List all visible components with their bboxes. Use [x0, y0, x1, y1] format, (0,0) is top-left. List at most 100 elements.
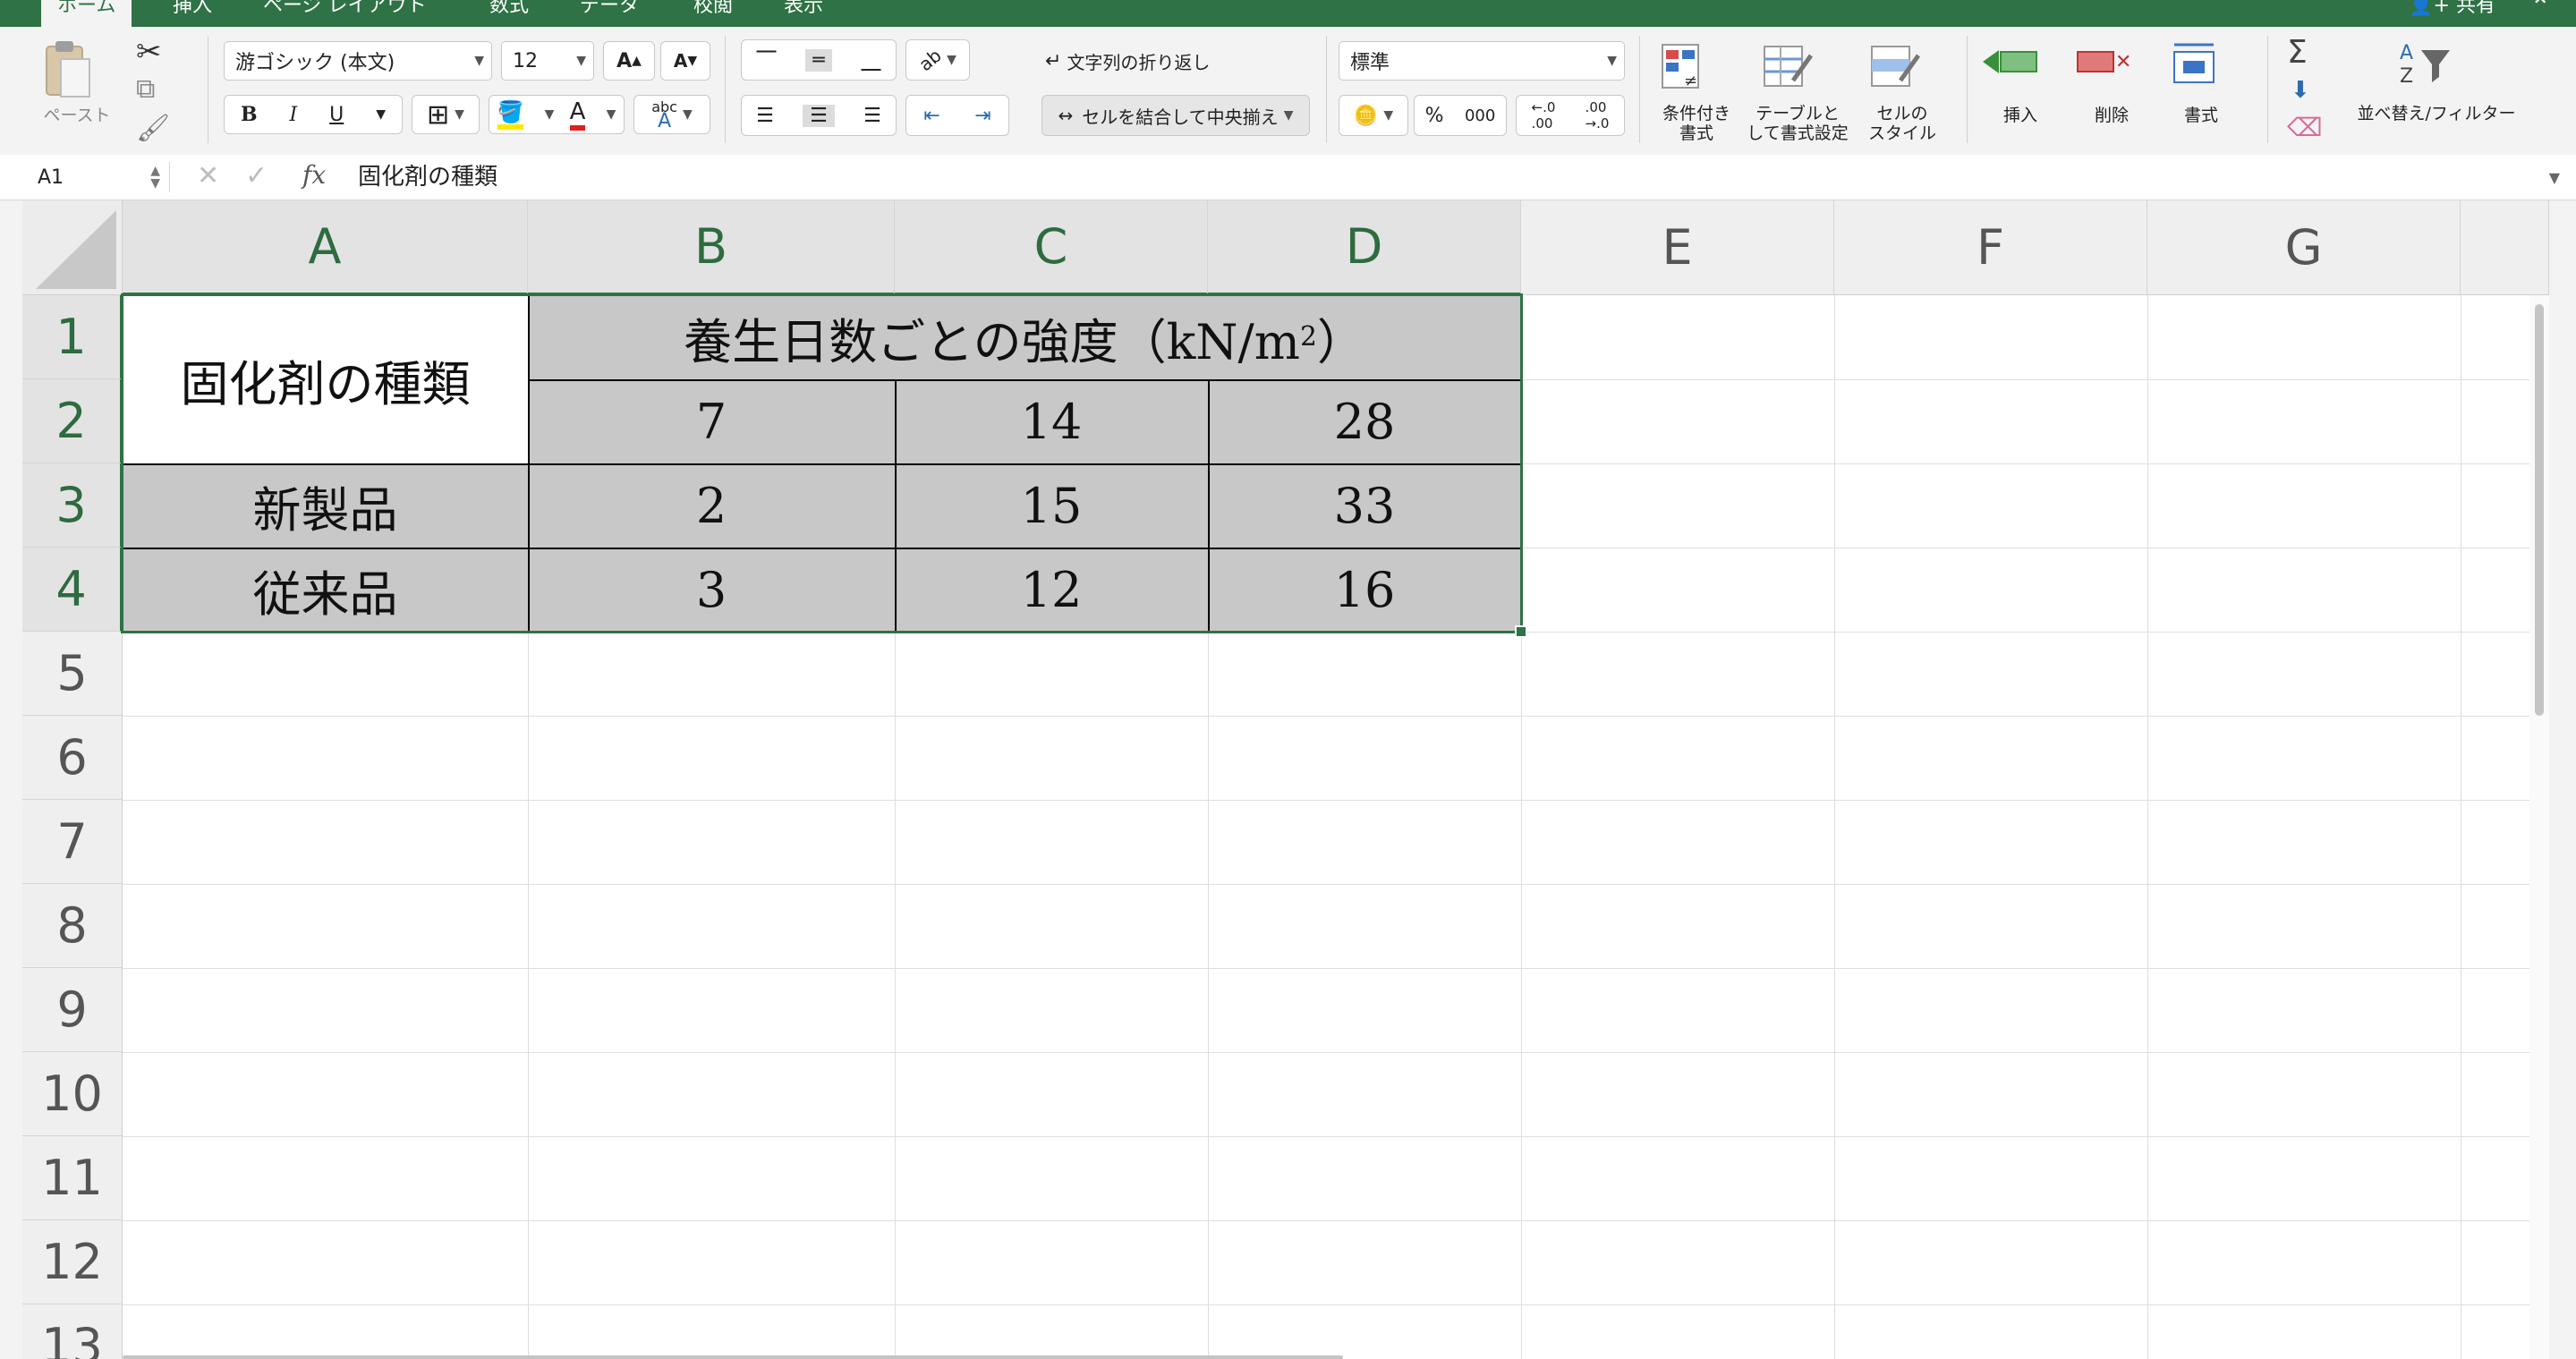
phonetic-button[interactable]: abc A ▼ [633, 95, 710, 134]
format-painter-icon[interactable]: 🖌 [136, 113, 170, 144]
share-button[interactable]: 👤+ 共有 [2409, 0, 2495, 16]
cancel-icon[interactable]: ✕ [197, 160, 219, 191]
cell-b1-merged-header[interactable]: 養生日数ごとの強度（kN/m 2） [528, 295, 1521, 379]
cell-b4[interactable]: 3 [528, 548, 895, 632]
row-header-11[interactable]: 11 [22, 1136, 123, 1220]
cell-d2[interactable]: 28 [1208, 379, 1521, 463]
tab-formulas[interactable]: 数式 [489, 0, 529, 27]
underline-button[interactable]: U [329, 104, 344, 126]
chevron-down-icon[interactable]: ▼ [545, 107, 555, 122]
accounting-format-button[interactable]: 🪙 ▼ [1339, 95, 1408, 136]
align-top-icon[interactable]: ⎺ [756, 49, 776, 72]
orientation-button[interactable]: ab ▼ [905, 39, 970, 81]
cell-c4[interactable]: 12 [895, 548, 1208, 632]
merge-center-button[interactable]: ↔ セルを結合して中央揃え ▼ [1041, 95, 1310, 136]
expand-formula-icon[interactable]: ▼ [2549, 169, 2560, 186]
increase-indent-icon[interactable]: ⇥ [974, 105, 990, 127]
select-all-button[interactable] [22, 200, 123, 295]
align-left-icon[interactable]: ☰ [756, 105, 774, 127]
cell-a1-merged[interactable]: 固化剤の種類 [123, 295, 528, 463]
row-header-6[interactable]: 6 [22, 716, 123, 800]
increase-font-size-button[interactable]: A ▲ [603, 41, 655, 81]
horizontal-scroll-thumb[interactable] [123, 1355, 1343, 1359]
insert-function-button[interactable]: fx [302, 160, 326, 190]
vertical-scrollbar[interactable] [2529, 295, 2549, 1359]
column-header-d[interactable]: D [1208, 200, 1521, 295]
column-header-f[interactable]: F [1834, 200, 2147, 295]
tab-home[interactable]: ホーム [41, 0, 132, 27]
align-center-icon[interactable]: ☰ [803, 104, 835, 127]
tab-data[interactable]: データ [580, 0, 639, 27]
thousands-separator-button[interactable]: 000 [1465, 106, 1495, 125]
font-color-icon[interactable]: A [569, 98, 586, 131]
cell-styles-icon[interactable] [1868, 41, 1922, 91]
row-header-1[interactable]: 1 [22, 295, 123, 379]
row-header-12[interactable]: 12 [22, 1220, 123, 1304]
font-name-select[interactable]: 游ゴシック (本文) ▼ [224, 41, 492, 81]
increase-decimal-icon[interactable]: ←.0.00 [1532, 99, 1556, 132]
row-header-4[interactable]: 4 [22, 548, 123, 632]
collapse-ribbon-icon[interactable]: ⌃ [2530, 0, 2551, 20]
paste-icon[interactable] [41, 39, 95, 104]
font-size-select[interactable]: 12 ▼ [501, 41, 594, 81]
cell-b2[interactable]: 7 [528, 379, 895, 463]
delete-cells-icon[interactable]: ✕ [2074, 45, 2131, 84]
fill-icon[interactable]: ⬇ [2291, 77, 2310, 104]
formula-input[interactable]: 固化剤の種類 [358, 162, 497, 192]
enter-icon[interactable]: ✓ [245, 160, 268, 191]
fill-color-icon[interactable]: 🪣 [497, 99, 524, 130]
row-header-8[interactable]: 8 [22, 884, 123, 968]
stepper-icon[interactable]: ▲ ▼ [150, 165, 160, 190]
cell-b3[interactable]: 2 [528, 463, 895, 548]
row-header-10[interactable]: 10 [22, 1052, 123, 1136]
align-middle-icon[interactable]: ═ [805, 48, 832, 72]
cell-c2[interactable]: 14 [895, 379, 1208, 463]
copy-icon[interactable]: ⧉ [136, 73, 155, 105]
row-header-9[interactable]: 9 [22, 968, 123, 1052]
italic-button[interactable]: I [290, 104, 298, 126]
cell-a4[interactable]: 従来品 [123, 548, 528, 632]
tab-page-layout[interactable]: ページ レイアウト [263, 0, 427, 27]
decrease-decimal-icon[interactable]: .00 →.0 [1586, 99, 1610, 132]
format-cells-icon[interactable] [2169, 41, 2226, 88]
decrease-font-size-button[interactable]: A ▼ [660, 41, 710, 81]
format-as-table-icon[interactable] [1761, 41, 1815, 91]
chevron-down-icon[interactable]: ▼ [376, 107, 386, 122]
column-header-b[interactable]: B [528, 200, 895, 295]
row-header-3[interactable]: 3 [22, 463, 123, 548]
vertical-scroll-thumb[interactable] [2535, 304, 2544, 716]
tab-review[interactable]: 校閲 [693, 0, 733, 27]
name-box[interactable]: A1 ▲ ▼ [20, 162, 170, 192]
row-header-7[interactable]: 7 [22, 800, 123, 884]
cell-d4[interactable]: 16 [1208, 548, 1521, 632]
conditional-format-icon[interactable]: ≠ [1659, 41, 1709, 91]
column-header-h[interactable] [2461, 200, 2549, 295]
column-header-a[interactable]: A [123, 200, 528, 295]
column-header-c[interactable]: C [895, 200, 1208, 295]
column-header-e[interactable]: E [1521, 200, 1834, 295]
worksheet-grid[interactable]: A B C D E F G 1 2 3 4 5 6 7 8 9 10 11 12… [22, 200, 2549, 1359]
autosum-icon[interactable]: Σ [2287, 34, 2308, 71]
cell-d3[interactable]: 33 [1208, 463, 1521, 548]
clear-icon[interactable]: ⌫ [2287, 113, 2323, 142]
fill-handle[interactable] [1515, 625, 1527, 638]
cut-icon[interactable]: ✂ [136, 34, 162, 70]
borders-button[interactable]: ⊞ ▼ [412, 95, 480, 134]
number-format-select[interactable]: 標準 ▼ [1339, 41, 1625, 81]
insert-cells-icon[interactable] [1981, 45, 2038, 84]
bold-button[interactable]: B [241, 103, 258, 126]
align-right-icon[interactable]: ☰ [863, 105, 881, 127]
sort-filter-icon[interactable]: AZ [2398, 38, 2470, 91]
chevron-down-icon[interactable]: ▼ [607, 107, 616, 122]
tab-view[interactable]: 表示 [784, 0, 823, 27]
cell-a3[interactable]: 新製品 [123, 463, 528, 548]
decrease-indent-icon[interactable]: ⇤ [923, 105, 939, 127]
row-header-5[interactable]: 5 [22, 632, 123, 716]
row-header-13[interactable]: 13 [22, 1304, 123, 1359]
cell-c3[interactable]: 15 [895, 463, 1208, 548]
align-bottom-icon[interactable]: ⎽ [862, 49, 881, 72]
row-header-2[interactable]: 2 [22, 379, 123, 463]
column-header-g[interactable]: G [2147, 200, 2461, 295]
tab-insert[interactable]: 挿入 [173, 0, 212, 27]
wrap-text-button[interactable]: ↵ 文字列の折り返し [1045, 41, 1210, 81]
